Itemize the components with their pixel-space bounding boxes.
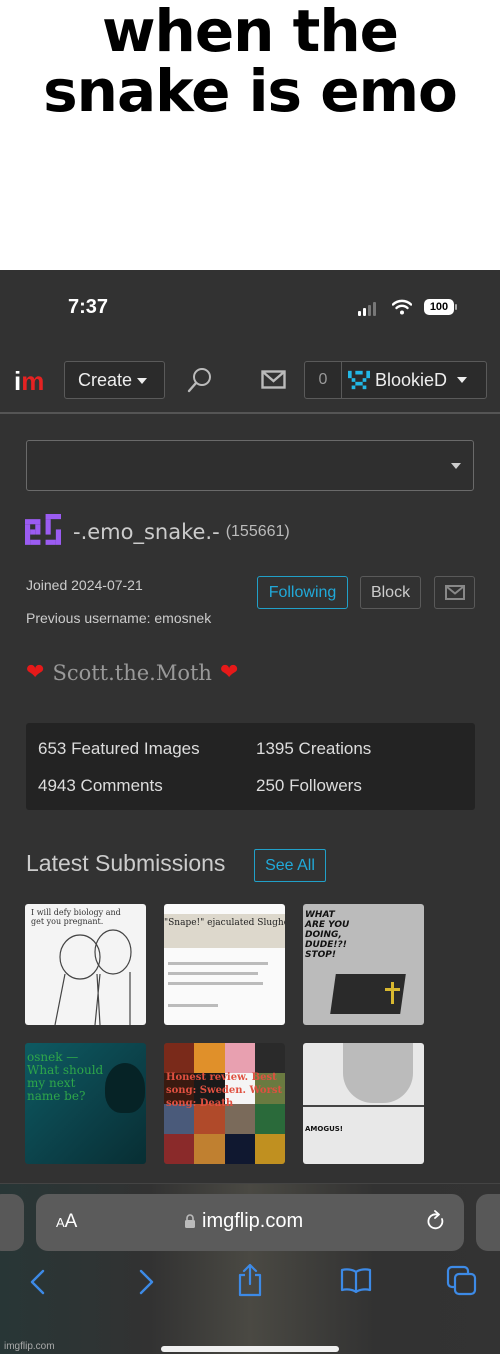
bio-text: Scott.the.Moth [52, 660, 212, 685]
phone-screenshot: 7:37 100 im Create 0 BlookieD -.emo_snak… [0, 270, 500, 1354]
next-tab-peek[interactable] [476, 1194, 500, 1251]
chevron-down-icon [137, 378, 148, 385]
url-text: imgflip.com [202, 1210, 304, 1232]
heart-icon: ❤ [219, 660, 239, 685]
aa-small: A [56, 1215, 65, 1230]
block-button[interactable]: Block [360, 576, 421, 609]
chevron-down-icon [457, 377, 468, 383]
previous-tab-peek[interactable] [0, 1194, 24, 1251]
submission-thumbnail[interactable]: Honest review. Best song: Sweden. Worst … [164, 1043, 285, 1164]
imgflip-watermark: imgflip.com [4, 1341, 55, 1352]
drawing-figures [54, 929, 132, 1025]
chevron-down-icon [451, 463, 461, 469]
site-navbar: im Create 0 BlookieD [0, 360, 500, 414]
profile-header: -.emo_snake.- (155661) [25, 514, 290, 550]
profile-avatar [25, 514, 61, 545]
reader-text-size-button[interactable]: AA [56, 1211, 77, 1233]
thumbnail-text: WHAT ARE YOU DOING, DUDE!?! STOP! [305, 910, 350, 960]
mail-icon [444, 585, 465, 600]
user-menu-button[interactable]: BlookieD [342, 362, 486, 398]
meme-caption: when the snake is emo [0, 0, 500, 270]
profile-points: (155661) [225, 523, 290, 540]
following-button[interactable]: Following [257, 576, 348, 609]
stat-followers[interactable]: 250 Followers [256, 776, 362, 796]
lock-icon [185, 1214, 195, 1228]
battery-icon: 100 [424, 299, 457, 315]
bookmarks-icon[interactable] [340, 1267, 372, 1293]
thumbnail-text: AMOGUS! [305, 1125, 343, 1133]
submission-thumbnail[interactable]: AMOGUS! [303, 1043, 424, 1164]
back-icon[interactable] [28, 1269, 48, 1295]
tabs-icon[interactable] [446, 1265, 478, 1297]
heart-icon: ❤ [26, 660, 45, 685]
forward-icon[interactable] [136, 1269, 156, 1295]
message-user-button[interactable] [434, 576, 475, 609]
mail-icon[interactable] [261, 370, 286, 389]
safari-toolbar: AA imgflip.com [0, 1183, 500, 1354]
signal-icon [358, 302, 376, 316]
notification-count[interactable]: 0 [305, 362, 342, 398]
wifi-icon [392, 299, 412, 315]
submission-thumbnail[interactable]: I will defy biology and get you pregnant… [25, 904, 146, 1025]
status-bar: 7:37 100 [0, 294, 500, 324]
stat-comments[interactable]: 4943 Comments [38, 776, 163, 796]
user-avatar-icon [348, 370, 370, 390]
profile-select-dropdown[interactable] [26, 440, 474, 491]
address-bar[interactable]: AA imgflip.com [36, 1194, 464, 1251]
logo-m: m [21, 366, 45, 396]
joined-date: Joined 2024-07-21 [26, 577, 143, 593]
share-icon[interactable] [236, 1263, 264, 1297]
profile-username: -.emo_snake.- [73, 520, 220, 544]
submission-thumbnail[interactable]: osnek — What should my next name be? [25, 1043, 146, 1164]
stat-creations[interactable]: 1395 Creations [256, 739, 371, 759]
profile-bio: ❤ Scott.the.Moth ❤ [26, 660, 238, 685]
aa-large: A [64, 1211, 78, 1232]
stat-featured-images[interactable]: 653 Featured Images [38, 739, 200, 759]
previous-username: Previous username: emosnek [26, 610, 212, 626]
home-indicator[interactable] [161, 1346, 339, 1352]
create-label: Create [78, 370, 133, 390]
submission-thumbnail[interactable]: WHAT ARE YOU DOING, DUDE!?! STOP! [303, 904, 424, 1025]
thumbnail-text: "Snape!" ejaculated Slughorn [164, 918, 285, 928]
search-icon[interactable] [186, 366, 214, 394]
status-time: 7:37 [68, 296, 109, 318]
latest-submissions-heading: Latest Submissions [26, 850, 226, 876]
caption-line-1: when the [101, 0, 399, 65]
submission-thumbnail[interactable]: "Snape!" ejaculated Slughorn [164, 904, 285, 1025]
reload-icon[interactable] [426, 1210, 446, 1232]
profile-stats: 653 Featured Images 1395 Creations 4943 … [26, 723, 475, 810]
imgflip-logo[interactable]: im [14, 366, 44, 397]
see-all-button[interactable]: See All [254, 849, 326, 882]
thumbnail-text: osnek — What should my next name be? [27, 1050, 104, 1103]
user-menu-group: 0 BlookieD [304, 361, 487, 399]
url-display[interactable]: imgflip.com [184, 1210, 303, 1233]
thumbnail-text: Honest review. Best song: Sweden. Worst … [166, 1072, 283, 1109]
create-button[interactable]: Create [64, 361, 165, 399]
current-username: BlookieD [375, 370, 448, 390]
caption-line-2: snake is emo [43, 57, 458, 125]
